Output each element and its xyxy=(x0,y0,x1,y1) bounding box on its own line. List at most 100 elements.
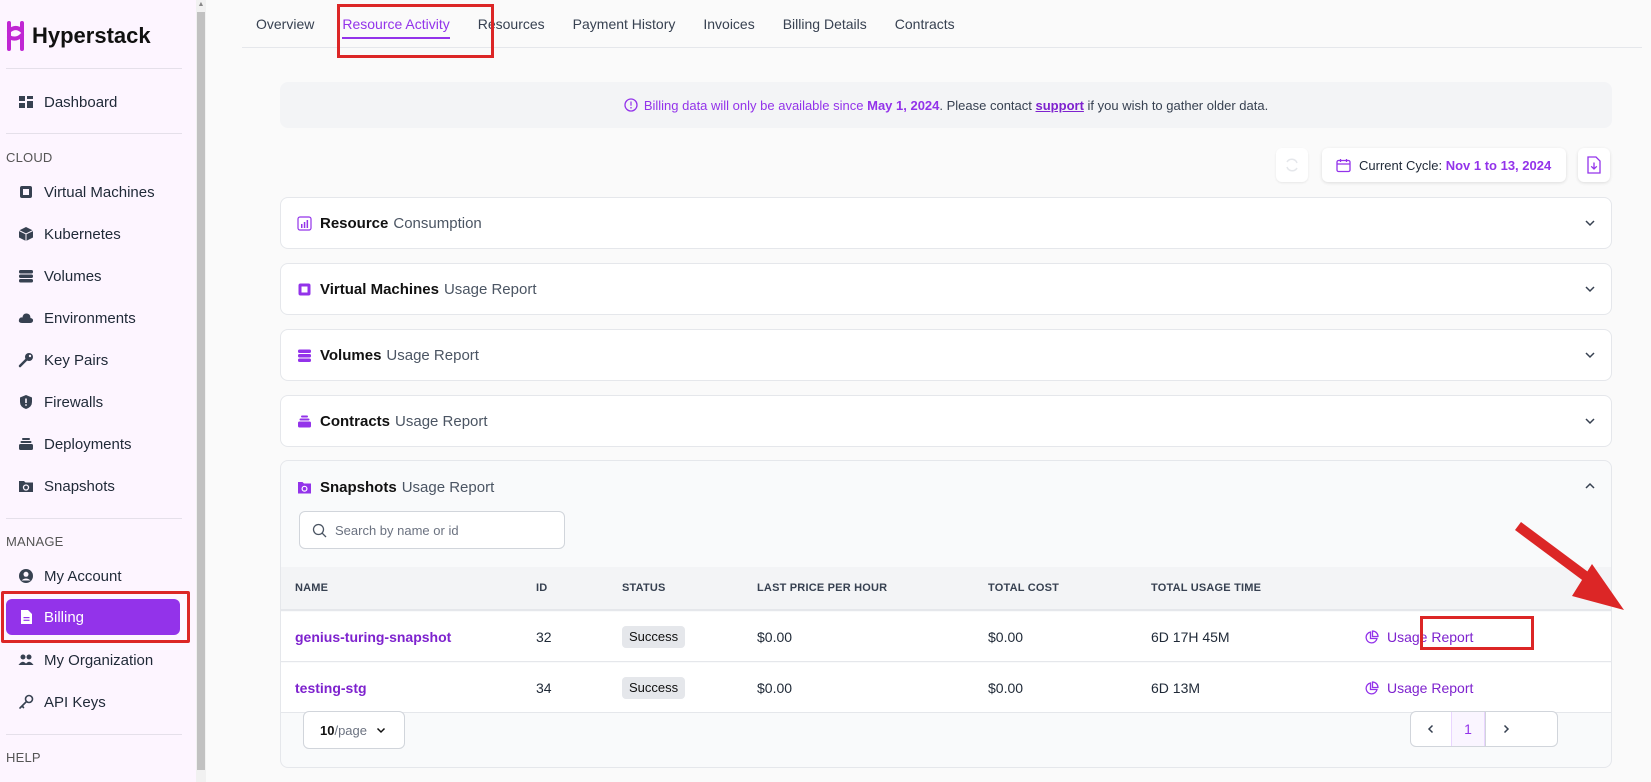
logo-text: Hyperstack xyxy=(32,23,151,48)
snapshot-folder-icon xyxy=(298,481,311,493)
sidebar-item-label: Dashboard xyxy=(44,93,118,111)
sidebar-item-volumes[interactable]: Volumes xyxy=(6,258,182,294)
database-icon xyxy=(298,349,311,362)
refresh-button[interactable] xyxy=(1276,148,1308,182)
sidebar-item-deployments[interactable]: Deployments xyxy=(6,426,182,462)
sidebar-item-label: My Account xyxy=(44,567,122,585)
logo[interactable]: Hyperstack xyxy=(6,18,151,54)
column-header-last-price[interactable]: LAST PRICE PER HOUR xyxy=(757,582,887,594)
snapshot-name-link[interactable]: genius-turing-snapshot xyxy=(295,629,451,645)
dashboard-icon xyxy=(19,96,33,108)
user-circle-icon xyxy=(19,569,33,583)
snapshot-name-link[interactable]: testing-stg xyxy=(295,680,367,696)
current-cycle-text: Current Cycle: Nov 1 to 13, 2024 xyxy=(1359,157,1552,173)
column-header-name[interactable]: NAME xyxy=(295,582,328,594)
page-size-select[interactable]: 10/page xyxy=(303,711,405,749)
cpu-icon xyxy=(20,186,32,198)
cloud-icon xyxy=(18,313,34,323)
snapshot-folder-icon xyxy=(19,481,33,492)
support-link[interactable]: support xyxy=(1036,98,1084,113)
usage-report-link[interactable]: Usage Report xyxy=(1364,677,1473,699)
pagination: 1 xyxy=(1410,711,1558,747)
sidebar-item-firewalls[interactable]: Firewalls xyxy=(6,384,182,420)
column-header-status[interactable]: STATUS xyxy=(622,582,666,594)
page-size-value: 10 xyxy=(320,722,335,738)
divider xyxy=(6,133,182,134)
sidebar-item-my-organization[interactable]: My Organization xyxy=(6,642,182,678)
tab-billing-details[interactable]: Billing Details xyxy=(769,0,881,48)
hyperstack-logo-icon xyxy=(7,21,24,51)
sidebar-item-key-pairs[interactable]: Key Pairs xyxy=(6,342,182,378)
users-icon xyxy=(18,654,34,665)
table-row: genius-turing-snapshot 32 Success $0.00 … xyxy=(281,612,1611,662)
search-input[interactable] xyxy=(335,522,555,538)
sidebar-item-kubernetes[interactable]: Kubernetes xyxy=(6,216,182,252)
sidebar-item-virtual-machines[interactable]: Virtual Machines xyxy=(6,174,182,210)
section-title-rest: Consumption xyxy=(393,214,482,232)
divider xyxy=(6,734,182,735)
chevron-down-icon[interactable] xyxy=(1583,216,1597,230)
cpu-icon xyxy=(298,283,311,295)
resource-consumption-section[interactable]: Resource Consumption xyxy=(280,197,1612,249)
column-header-total-cost[interactable]: TOTAL COST xyxy=(988,582,1059,594)
chevron-right-icon xyxy=(1503,724,1509,734)
prev-page-button[interactable] xyxy=(1411,712,1451,746)
snapshot-id: 32 xyxy=(536,629,552,645)
section-title-bold: Contracts xyxy=(320,412,391,430)
volumes-usage-section[interactable]: Volumes Usage Report xyxy=(280,329,1612,381)
next-page-button[interactable] xyxy=(1485,712,1525,746)
usage-report-highlight-box xyxy=(1420,616,1534,650)
chevron-left-icon xyxy=(1427,724,1434,734)
billing-notice: Billing data will only be available sinc… xyxy=(280,82,1612,128)
usage-report-label: Usage Report xyxy=(1387,680,1474,696)
database-icon xyxy=(19,270,33,283)
manage-section-title: MANAGE xyxy=(6,534,64,549)
status-badge: Success xyxy=(622,626,686,648)
sidebar-item-my-account[interactable]: My Account xyxy=(6,558,182,594)
main-content: Overview Resource Activity Resources Pay… xyxy=(206,0,1651,782)
sidebar-item-label: My Organization xyxy=(44,651,154,669)
chevron-down-icon[interactable] xyxy=(1583,348,1597,362)
total-cost: $0.00 xyxy=(988,629,1024,645)
sidebar-item-label: Virtual Machines xyxy=(44,183,155,201)
sidebar-item-snapshots[interactable]: Snapshots xyxy=(6,468,182,504)
tab-overview[interactable]: Overview xyxy=(242,0,328,48)
last-price: $0.00 xyxy=(757,629,793,645)
current-cycle-button[interactable]: Current Cycle: Nov 1 to 13, 2024 xyxy=(1322,148,1566,182)
section-title-bold: Virtual Machines xyxy=(320,280,439,298)
snapshot-id: 34 xyxy=(536,680,552,696)
download-file-icon xyxy=(1587,156,1601,174)
red-arrow-annotation-icon xyxy=(1515,521,1624,610)
tab-invoices[interactable]: Invoices xyxy=(689,0,768,48)
chevron-down-icon[interactable] xyxy=(1583,282,1597,296)
layers-icon xyxy=(19,438,33,450)
sidebar-item-environments[interactable]: Environments xyxy=(6,300,182,336)
bar-chart-icon xyxy=(297,215,312,231)
table-row: testing-stg 34 Success $0.00 $0.00 6D 13… xyxy=(281,663,1611,713)
sidebar-item-dashboard[interactable]: Dashboard xyxy=(6,84,182,120)
sidebar-item-label: Volumes xyxy=(44,267,102,285)
snapshots-section-header[interactable]: Snapshots Usage Report xyxy=(297,475,494,499)
chevron-down-icon[interactable] xyxy=(1583,414,1597,428)
download-button[interactable] xyxy=(1578,148,1610,182)
cube-icon xyxy=(18,227,34,241)
table-header: NAME ID STATUS LAST PRICE PER HOUR TOTAL… xyxy=(281,567,1611,611)
refresh-icon xyxy=(1286,158,1298,172)
contracts-usage-section[interactable]: Contracts Usage Report xyxy=(280,395,1612,447)
billing-highlight-box xyxy=(1,591,190,643)
scroll-up-arrow-icon[interactable]: ▲ xyxy=(197,0,205,10)
pie-chart-icon xyxy=(1365,680,1379,695)
chevron-up-icon[interactable] xyxy=(1583,479,1597,493)
page-number[interactable]: 1 xyxy=(1451,712,1485,746)
sidebar-item-label: Deployments xyxy=(44,435,132,453)
column-header-total-usage-time[interactable]: TOTAL USAGE TIME xyxy=(1151,582,1261,594)
section-title-bold: Volumes xyxy=(320,346,382,364)
tab-contracts[interactable]: Contracts xyxy=(881,0,969,48)
sidebar-scroll-thumb[interactable] xyxy=(197,12,205,770)
sidebar-item-api-keys[interactable]: API Keys xyxy=(6,684,182,720)
column-header-id[interactable]: ID xyxy=(536,582,547,594)
virtual-machines-usage-section[interactable]: Virtual Machines Usage Report xyxy=(280,263,1612,315)
key-icon xyxy=(18,353,33,368)
status-badge: Success xyxy=(622,677,686,699)
tab-payment-history[interactable]: Payment History xyxy=(559,0,690,48)
